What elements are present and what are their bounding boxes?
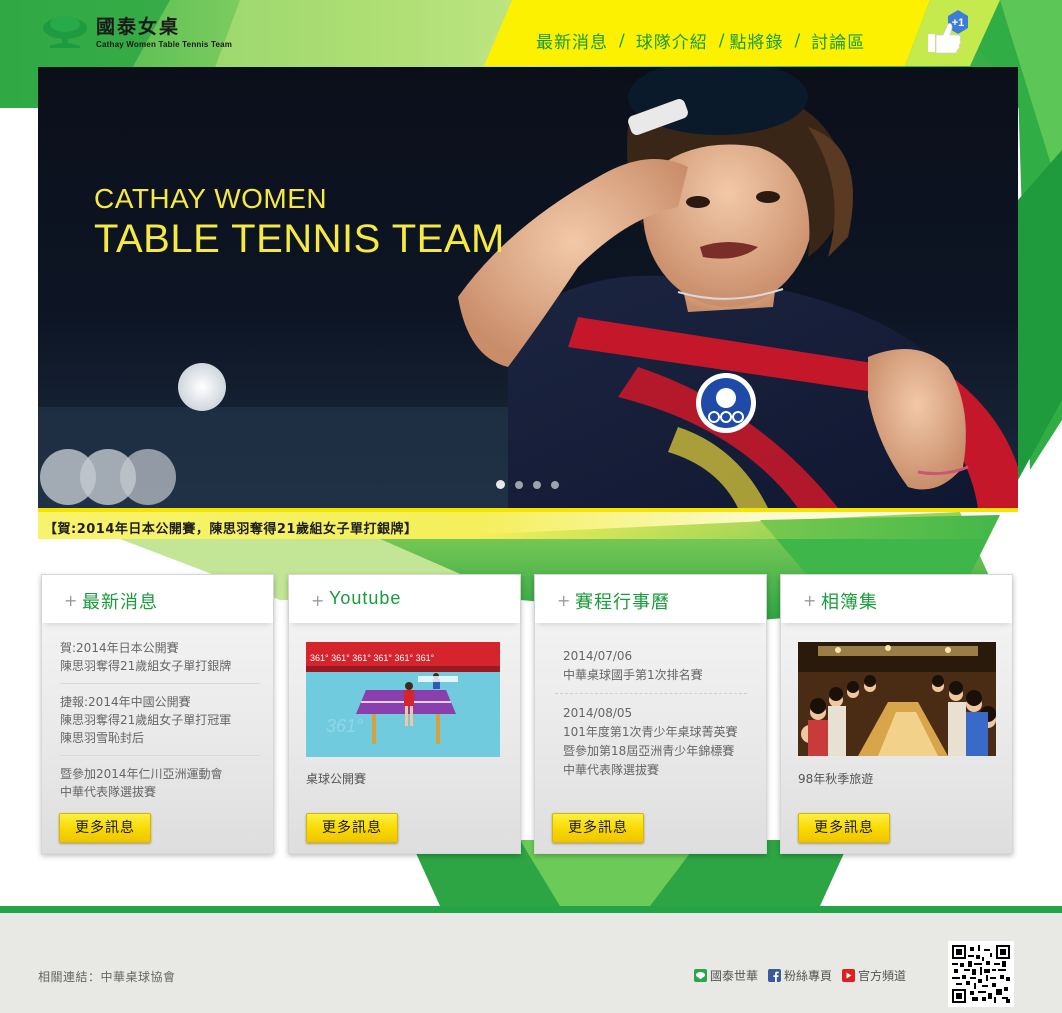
- news-item-line: 賀:2014年日本公開賽: [60, 641, 179, 655]
- card-title[interactable]: 賽程行事曆: [575, 588, 670, 614]
- carousel-dot-4[interactable]: [551, 481, 559, 489]
- carousel-dot-3[interactable]: [533, 481, 541, 489]
- group-dinner-photo: [798, 642, 996, 756]
- plus-icon: +: [557, 591, 571, 610]
- related-links: 相關連結：中華桌球協會: [38, 968, 176, 985]
- svg-text:361° 361° 361° 361° 361° 361°: 361° 361° 361° 361° 361° 361°: [310, 653, 435, 663]
- qr-code-image: [952, 945, 1010, 1003]
- footer-social-links: 國泰世華 粉絲專頁 官方頻道: [694, 967, 916, 984]
- card-header: + 最新消息: [42, 575, 273, 623]
- schedule-date: 2014/08/05: [563, 706, 633, 720]
- news-list: 賀:2014年日本公開賽 陳思羽奪得21歲組女子單打銀牌 捷報:2014年中國公…: [60, 639, 260, 818]
- news-item[interactable]: 暨參加2014年仁川亞洲運動會 中華代表隊選拔賽: [60, 765, 260, 809]
- news-ticker[interactable]: 【賀:2014年日本公開賽，陳思羽奪得21歲組女子單打銀牌】: [38, 508, 1018, 539]
- nav-item-team[interactable]: 球隊介紹: [636, 28, 708, 53]
- site-footer: 相關連結：中華桌球協會 國泰世華 粉絲專頁 官方頻道: [0, 906, 1062, 1013]
- news-item[interactable]: 賀:2014年日本公開賽 陳思羽奪得21歲組女子單打銀牌: [60, 639, 260, 684]
- news-item-line: 捷報:2014年中國公開賽: [60, 695, 191, 709]
- news-item-line: 陳思羽奪得21歲組女子單打冠軍: [60, 713, 232, 727]
- album-thumbnail[interactable]: [798, 642, 996, 756]
- site-logo[interactable]: 國泰女桌 Cathay Women Table Tennis Team: [42, 14, 232, 50]
- news-item-line: 中華代表隊選拔賽: [60, 785, 157, 799]
- more-info-button[interactable]: 更多訊息: [798, 813, 890, 843]
- nav-item-news[interactable]: 最新消息: [536, 28, 608, 53]
- carousel-dots: [496, 480, 569, 489]
- card-title[interactable]: Youtube: [329, 588, 401, 609]
- related-label: 相關連結：: [38, 970, 101, 984]
- hero-banner[interactable]: CATHAY WOMEN TABLE TENNIS TEAM: [38, 67, 1018, 508]
- schedule-line: 中華代表隊選拔賽: [563, 763, 660, 777]
- schedule-line: 中華桌球國手第1次排名賽: [563, 668, 703, 682]
- more-info-button[interactable]: 更多訊息: [552, 813, 644, 843]
- plus-icon: +: [64, 591, 78, 610]
- card-schedule: + 賽程行事曆 2014/07/06 中華桌球國手第1次排名賽 2014/08/…: [534, 574, 767, 854]
- logo-title: 國泰女桌: [96, 15, 181, 38]
- more-info-button[interactable]: 更多訊息: [306, 813, 398, 843]
- card-latest-news: + 最新消息 賀:2014年日本公開賽 陳思羽奪得21歲組女子單打銀牌 捷報:2…: [41, 574, 274, 854]
- thumbs-up-icon: +1: [928, 10, 968, 54]
- schedule-date: 2014/07/06: [563, 649, 633, 663]
- card-header: + 賽程行事曆: [535, 575, 766, 623]
- svg-text:361°: 361°: [326, 716, 363, 736]
- card-youtube: + Youtube 361° 361° 361° 361° 361° 361° …: [288, 574, 521, 854]
- plus-icon: +: [311, 591, 325, 610]
- qr-code[interactable]: [948, 941, 1014, 1007]
- nav-separator: /: [794, 30, 801, 51]
- hero-player-image: [38, 67, 1018, 508]
- facebook-icon: [768, 969, 782, 982]
- logo-subtitle: Cathay Women Table Tennis Team: [96, 39, 233, 49]
- news-item-line: 陳思羽奪得21歲組女子單打銀牌: [60, 659, 232, 673]
- schedule-item[interactable]: 2014/08/05 101年度第1次青少年桌球菁英賽 暨參加第18屆亞洲青少年…: [555, 704, 747, 788]
- footer-link-label: 粉絲專頁: [784, 969, 833, 983]
- more-info-button[interactable]: 更多訊息: [59, 813, 151, 843]
- youtube-icon: [842, 969, 856, 982]
- card-header: + 相簿集: [781, 575, 1012, 623]
- news-item[interactable]: 捷報:2014年中國公開賽 陳思羽奪得21歲組女子單打冠軍 陳思羽雪恥封后: [60, 693, 260, 756]
- footer-link-facebook[interactable]: 粉絲專頁: [768, 967, 832, 984]
- schedule-item[interactable]: 2014/07/06 中華桌球國手第1次排名賽: [555, 647, 747, 694]
- hero-title-line2: TABLE TENNIS TEAM: [94, 217, 505, 261]
- card-title[interactable]: 最新消息: [82, 588, 158, 614]
- schedule-line: 101年度第1次青少年桌球菁英賽: [563, 725, 738, 739]
- nav-separator: /: [718, 30, 725, 51]
- plus-icon: +: [803, 591, 817, 610]
- cathay-icon: [694, 969, 707, 982]
- footer-link-label: 官方頻道: [858, 969, 907, 983]
- carousel-dot-1[interactable]: [496, 480, 505, 489]
- ctta-link[interactable]: 中華桌球協會: [101, 970, 176, 984]
- news-item-line: 暨參加2014年仁川亞洲運動會: [60, 767, 223, 781]
- news-item-line: 陳思羽雪恥封后: [60, 731, 145, 745]
- nav-item-forum[interactable]: 討論區: [811, 28, 865, 53]
- card-header: + Youtube: [289, 575, 520, 623]
- nav-separator: /: [619, 30, 625, 51]
- youtube-video-thumbnail[interactable]: 361° 361° 361° 361° 361° 361° 361°: [306, 642, 500, 757]
- plus-one-label: +1: [952, 17, 965, 29]
- main-nav: 最新消息 / 球隊介紹 / 點將錄 / 討論區: [536, 28, 865, 54]
- card-album: + 相簿集 98年秋季旅遊 更多訊息: [780, 574, 1013, 854]
- footer-link-label: 國泰世華: [710, 969, 759, 983]
- like-plus-one-button[interactable]: +1: [924, 10, 976, 58]
- hero-title-line1: CATHAY WOMEN: [94, 183, 328, 214]
- youtube-caption[interactable]: 桌球公開賽: [306, 770, 366, 787]
- schedule-line: 暨參加第18屆亞洲青少年錦標賽: [563, 744, 735, 758]
- table-tennis-match-image: 361° 361° 361° 361° 361° 361° 361°: [306, 642, 500, 757]
- footer-link-cathay[interactable]: 國泰世華: [694, 967, 758, 984]
- nav-item-roster[interactable]: 點將錄: [729, 28, 783, 53]
- album-caption[interactable]: 98年秋季旅遊: [798, 770, 873, 787]
- site-header: 國泰女桌 Cathay Women Table Tennis Team 最新消息…: [0, 0, 1062, 68]
- carousel-dot-2[interactable]: [515, 481, 523, 489]
- schedule-list: 2014/07/06 中華桌球國手第1次排名賽 2014/08/05 101年度…: [555, 647, 747, 798]
- card-title[interactable]: 相簿集: [821, 588, 878, 614]
- tree-logo-icon: [43, 16, 87, 48]
- footer-link-youtube[interactable]: 官方頻道: [842, 967, 906, 984]
